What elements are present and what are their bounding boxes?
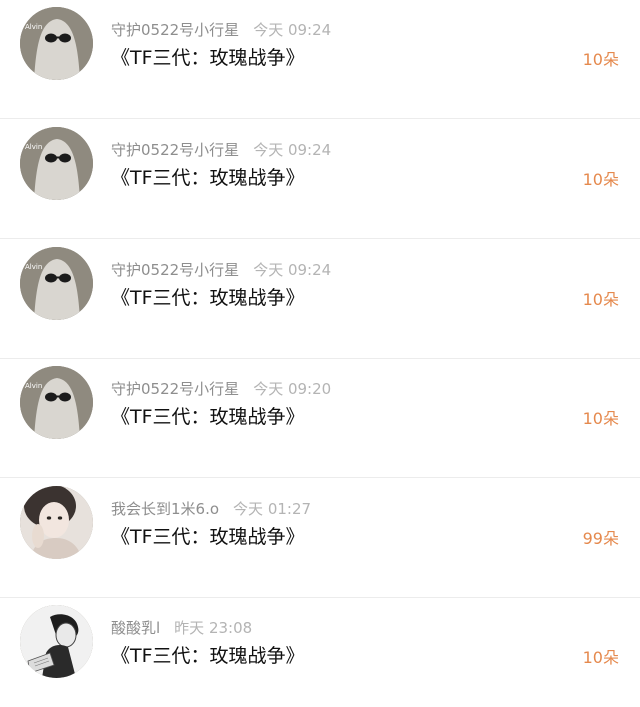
item-title: 《TF三代：玫瑰战争》: [111, 526, 305, 548]
timestamp: 今天 09:20: [253, 380, 332, 398]
list-item[interactable]: 酸酸乳l 昨天 23:08 《TF三代：玫瑰战争》 10朵: [0, 598, 640, 707]
user-avatar[interactable]: [20, 486, 93, 559]
row-divider: [0, 118, 640, 119]
list-item[interactable]: Alvin 守护0522号小行星 今天 09:24 《TF三代：玫瑰战争》 10朵: [0, 120, 640, 239]
flower-count: 10朵: [582, 50, 619, 69]
item-title: 《TF三代：玫瑰战争》: [111, 645, 305, 667]
row-divider: [0, 238, 640, 239]
item-meta: 酸酸乳l 昨天 23:08: [111, 619, 252, 637]
ghost-sunglasses-avatar-icon: Alvin: [20, 247, 93, 320]
item-meta: 守护0522号小行星 今天 09:24: [111, 141, 331, 159]
timestamp: 今天 01:27: [233, 500, 312, 518]
avatar-watermark: Alvin: [25, 382, 42, 390]
item-meta: 守护0522号小行星 今天 09:24: [111, 21, 331, 39]
item-title: 《TF三代：玫瑰战争》: [111, 167, 305, 189]
timestamp: 今天 09:24: [253, 261, 332, 279]
flower-count: 99朵: [582, 529, 619, 548]
blurred-girl-photo-avatar-icon: [20, 486, 93, 559]
timestamp: 昨天 23:08: [174, 619, 253, 637]
avatar-watermark: Alvin: [25, 263, 42, 271]
user-name[interactable]: 守护0522号小行星: [111, 141, 239, 159]
user-avatar[interactable]: Alvin: [20, 127, 93, 200]
item-title: 《TF三代：玫瑰战争》: [111, 287, 305, 309]
item-title: 《TF三代：玫瑰战争》: [111, 406, 305, 428]
avatar-watermark: Alvin: [25, 23, 42, 31]
list-item[interactable]: 我会长到1米6.o 今天 01:27 《TF三代：玫瑰战争》 99朵: [0, 479, 640, 598]
avatar-watermark: Alvin: [25, 143, 42, 151]
user-avatar[interactable]: Alvin: [20, 247, 93, 320]
ghost-sunglasses-avatar-icon: Alvin: [20, 366, 93, 439]
ghost-sunglasses-avatar-icon: Alvin: [20, 7, 93, 80]
timestamp: 今天 09:24: [253, 21, 332, 39]
user-avatar[interactable]: [20, 605, 93, 678]
timestamp: 今天 09:24: [253, 141, 332, 159]
ghost-sunglasses-avatar-icon: Alvin: [20, 127, 93, 200]
sketch-boy-avatar-icon: [20, 605, 93, 678]
list-item[interactable]: Alvin 守护0522号小行星 今天 09:20 《TF三代：玫瑰战争》 10朵: [0, 359, 640, 478]
list-item[interactable]: Alvin 守护0522号小行星 今天 09:24 《TF三代：玫瑰战争》 10朵: [0, 0, 640, 119]
user-name[interactable]: 我会长到1米6.o: [111, 500, 219, 518]
flower-count: 10朵: [582, 170, 619, 189]
flower-count: 10朵: [582, 290, 619, 309]
item-title: 《TF三代：玫瑰战争》: [111, 47, 305, 69]
gift-record-list: Alvin 守护0522号小行星 今天 09:24 《TF三代：玫瑰战争》 10朵…: [0, 0, 640, 707]
user-avatar[interactable]: Alvin: [20, 7, 93, 80]
user-name[interactable]: 守护0522号小行星: [111, 21, 239, 39]
flower-count: 10朵: [582, 648, 619, 667]
user-avatar[interactable]: Alvin: [20, 366, 93, 439]
user-name[interactable]: 酸酸乳l: [111, 619, 160, 637]
item-meta: 我会长到1米6.o 今天 01:27: [111, 500, 311, 518]
user-name[interactable]: 守护0522号小行星: [111, 261, 239, 279]
flower-count: 10朵: [582, 409, 619, 428]
item-meta: 守护0522号小行星 今天 09:20: [111, 380, 331, 398]
user-name[interactable]: 守护0522号小行星: [111, 380, 239, 398]
list-item[interactable]: Alvin 守护0522号小行星 今天 09:24 《TF三代：玫瑰战争》 10朵: [0, 240, 640, 359]
item-meta: 守护0522号小行星 今天 09:24: [111, 261, 331, 279]
row-divider: [0, 477, 640, 478]
